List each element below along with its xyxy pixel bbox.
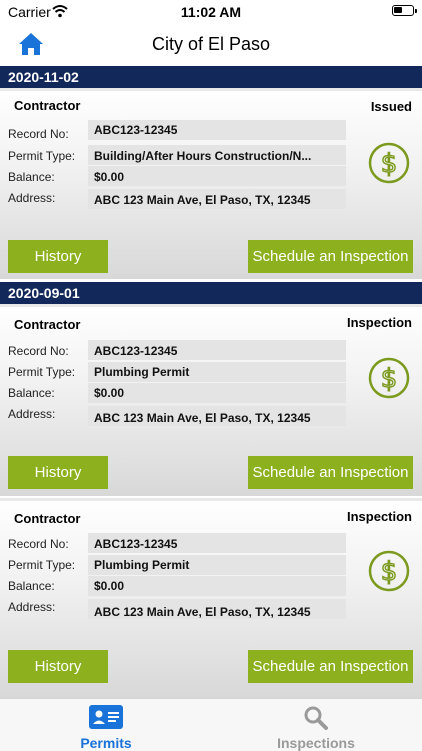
battery-icon (392, 5, 417, 16)
dollar-icon[interactable]: $ (368, 142, 410, 184)
record-value: ABC123-12345 (94, 344, 178, 358)
address-label: Address: (8, 191, 56, 205)
date-header: 2020-09-01 (0, 282, 422, 304)
balance-label: Balance: (8, 170, 55, 184)
permit-type-label: Permit Type: (8, 365, 76, 379)
svg-text:$: $ (381, 557, 398, 587)
record-label: Record No: (8, 537, 69, 551)
record-value: ABC123-12345 (94, 537, 178, 551)
permit-card[interactable]: Contractor Issued Record No: ABC123-1234… (0, 88, 422, 279)
balance-label: Balance: (8, 579, 55, 593)
address-value: ABC 123 Main Ave, El Paso, TX, 12345 (94, 605, 311, 619)
schedule-inspection-button[interactable]: Schedule an Inspection (248, 240, 413, 273)
record-label: Record No: (8, 127, 69, 141)
history-button[interactable]: History (8, 456, 108, 489)
permit-type-value: Plumbing Permit (94, 365, 190, 379)
nav-bar: City of El Paso (0, 24, 422, 66)
tab-inspections[interactable]: Inspections (246, 699, 386, 751)
search-icon (304, 706, 328, 730)
contractor-label: Contractor (14, 98, 81, 113)
address-label: Address: (8, 600, 56, 614)
permit-type-value: Building/After Hours Construction/N... (94, 149, 312, 163)
tab-permits-label: Permits (80, 735, 132, 751)
permit-type-label: Permit Type: (8, 558, 76, 572)
address-value: ABC 123 Main Ave, El Paso, TX, 12345 (94, 411, 311, 425)
page-title: City of El Paso (151, 34, 271, 54)
contractor-label: Contractor (14, 511, 81, 526)
status-badge: Issued (370, 99, 412, 114)
status-bar: Carrier 11:02 AM (0, 0, 422, 24)
permit-card[interactable]: Contractor Inspection Record No: ABC123-… (0, 498, 422, 698)
schedule-inspection-button[interactable]: Schedule an Inspection (248, 456, 413, 489)
status-badge: Inspection (346, 315, 412, 330)
tab-inspections-label: Inspections (277, 735, 355, 751)
balance-value: $0.00 (94, 386, 125, 400)
dollar-icon[interactable]: $ (368, 550, 410, 592)
record-label: Record No: (8, 344, 69, 358)
status-time: 11:02 AM (180, 4, 242, 20)
svg-text:$: $ (381, 364, 398, 394)
record-value: ABC123-12345 (94, 123, 178, 137)
tab-bar: Permits Inspections (0, 698, 422, 751)
svg-text:$: $ (381, 149, 398, 179)
history-button[interactable]: History (8, 240, 108, 273)
date-header: 2020-11-02 (0, 66, 422, 88)
history-button[interactable]: History (8, 650, 108, 683)
permit-type-label: Permit Type: (8, 149, 76, 163)
tab-permits[interactable]: Permits (36, 699, 176, 751)
schedule-inspection-button[interactable]: Schedule an Inspection (248, 650, 413, 683)
balance-value: $0.00 (94, 579, 125, 593)
address-label: Address: (8, 407, 56, 421)
contractor-label: Contractor (14, 317, 81, 332)
status-badge: Inspection (346, 509, 412, 524)
permit-card[interactable]: Contractor Inspection Record No: ABC123-… (0, 304, 422, 496)
id-card-icon (89, 705, 123, 729)
balance-value: $0.00 (94, 170, 125, 184)
permit-type-value: Plumbing Permit (94, 558, 190, 572)
dollar-icon[interactable]: $ (368, 357, 410, 399)
address-value: ABC 123 Main Ave, El Paso, TX, 12345 (94, 193, 311, 207)
balance-label: Balance: (8, 386, 55, 400)
